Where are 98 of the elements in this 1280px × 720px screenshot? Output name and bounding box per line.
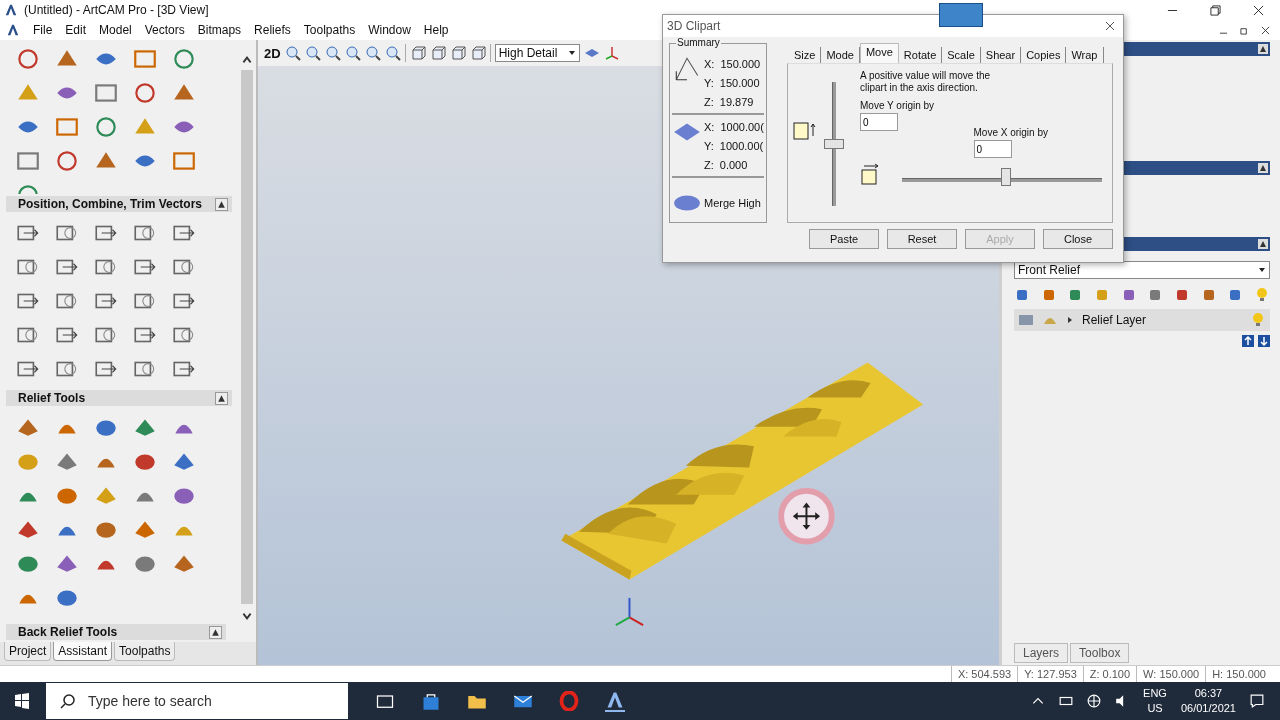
- region-label[interactable]: US: [1147, 701, 1163, 716]
- layer-thumbnail-icon: [1018, 312, 1034, 328]
- slider-thumb[interactable]: [824, 139, 844, 149]
- axis-label: Z:: [704, 95, 714, 108]
- axis-value: 150.000: [720, 57, 761, 70]
- menu-item[interactable]: Bitmaps: [197, 23, 242, 37]
- field-label: Move Y origin by: [860, 100, 936, 111]
- cursor-highlight: [778, 488, 835, 545]
- axis-value: 150.000: [719, 76, 760, 89]
- scrollbar-thumb[interactable]: [241, 70, 253, 604]
- light-bulb-icon[interactable]: [1250, 312, 1266, 328]
- taskbar-search-field[interactable]: Type here to search: [46, 683, 348, 719]
- restore-icon[interactable]: [1240, 25, 1249, 35]
- menu-item[interactable]: Help: [423, 23, 449, 37]
- view-tool-icon[interactable]: [344, 45, 361, 61]
- app-logo-icon: [4, 3, 18, 17]
- layer-row[interactable]: Relief Layer: [1014, 309, 1270, 331]
- menu-item[interactable]: Reliefs: [254, 23, 291, 37]
- drag-handle[interactable]: [939, 3, 983, 27]
- close-icon[interactable]: [1105, 21, 1115, 31]
- dialog-button[interactable]: Paste: [809, 229, 879, 249]
- section-header[interactable]: Position, Combine, Trim Vectors: [6, 196, 232, 212]
- expand-arrow-icon[interactable]: [1066, 316, 1074, 324]
- menu-item[interactable]: Vectors: [144, 23, 185, 37]
- collapse-icon[interactable]: [215, 391, 228, 405]
- menu-item[interactable]: Edit: [65, 23, 87, 37]
- collapse-icon[interactable]: [1258, 163, 1268, 173]
- axis-value: 1000.00(: [719, 139, 764, 152]
- layer-tool-icon[interactable]: [1014, 287, 1030, 303]
- menu-item[interactable]: File: [33, 23, 53, 37]
- merge-mode-label: Merge High: [704, 197, 761, 209]
- collapse-icon[interactable]: [209, 625, 222, 639]
- browser-icon[interactable]: [559, 691, 579, 711]
- restore-icon[interactable]: [1210, 4, 1221, 16]
- panel-tab[interactable]: Project: [4, 642, 52, 661]
- axis-value: 19.879: [719, 95, 754, 108]
- collapse-icon[interactable]: [215, 197, 228, 211]
- search-icon: [60, 693, 76, 709]
- view-tool-icon[interactable]: [364, 45, 381, 61]
- axis-label: Y:: [704, 139, 714, 152]
- section-header[interactable]: Relief Tools: [6, 390, 232, 406]
- detail-dropdown[interactable]: High Detail: [494, 44, 580, 62]
- hint-text: A positive value will move the clipart in the axis direction.: [860, 70, 992, 94]
- cube-view-icon[interactable]: [469, 45, 486, 61]
- axis-value: 1000.00(: [720, 120, 764, 133]
- move-cursor-icon: [792, 502, 821, 530]
- panel-tab[interactable]: Toolbox: [1070, 643, 1130, 663]
- 2d-view-button[interactable]: 2D: [264, 45, 281, 61]
- axes-icon[interactable]: [603, 45, 620, 61]
- axis-label: Z:: [704, 158, 714, 171]
- y-offset-field[interactable]: 0: [860, 113, 898, 131]
- x-offset-field[interactable]: 0: [973, 140, 1012, 158]
- panel-tab[interactable]: Toolpaths: [114, 642, 176, 661]
- dialog-title: 3D Clipart: [667, 19, 721, 33]
- move-down-icon[interactable]: [1258, 335, 1270, 347]
- network-icon[interactable]: [1059, 694, 1074, 708]
- view-tool-icon[interactable]: [384, 45, 401, 61]
- slider-thumb[interactable]: [1001, 168, 1012, 186]
- axis-label: Y:: [704, 76, 714, 89]
- close-icon[interactable]: [1253, 4, 1264, 16]
- panel-tab[interactable]: Layers: [1014, 643, 1069, 663]
- notification-icon[interactable]: [1250, 694, 1264, 708]
- collapse-icon[interactable]: [1258, 44, 1268, 54]
- layer-name: Relief Layer: [1082, 313, 1147, 327]
- menu-item[interactable]: Model: [99, 23, 132, 37]
- menu-item[interactable]: Toolpaths: [303, 23, 356, 37]
- cube-view-icon[interactable]: [409, 45, 426, 61]
- cube-view-icon[interactable]: [429, 45, 446, 61]
- dialog-tab[interactable]: Move: [859, 43, 899, 63]
- view-tool-icon[interactable]: [324, 45, 341, 61]
- dialog-button[interactable]: Reset: [887, 229, 957, 249]
- view-tool-icon[interactable]: [304, 45, 321, 61]
- clock-time[interactable]: 06:37: [1194, 686, 1223, 701]
- axis-gizmo-icon: [614, 596, 645, 627]
- axis-label: X:: [704, 120, 715, 133]
- windows-start-icon[interactable]: [14, 693, 30, 709]
- move-y-icon: [792, 120, 816, 142]
- section-header[interactable]: Back Relief Tools: [6, 624, 226, 640]
- relief-dropdown[interactable]: Front Relief: [1014, 261, 1270, 279]
- dialog-button[interactable]: Close: [1043, 229, 1113, 249]
- collapse-icon[interactable]: [1258, 239, 1268, 249]
- app-logo-icon[interactable]: [605, 690, 625, 712]
- language-label[interactable]: ENG: [1143, 686, 1167, 701]
- axis-value: 0.000: [719, 158, 748, 171]
- view-tool-icon[interactable]: [284, 45, 301, 61]
- menu-item[interactable]: Window: [368, 23, 411, 37]
- close-icon[interactable]: [1261, 25, 1270, 35]
- group-label: Summary: [676, 37, 721, 48]
- axis-label: X:: [704, 57, 715, 70]
- globe-icon[interactable]: [1087, 694, 1102, 708]
- panel-tab[interactable]: Assistant: [53, 642, 113, 661]
- cube-view-icon[interactable]: [449, 45, 466, 61]
- store-bag-icon[interactable]: [421, 691, 441, 711]
- field-label: Move X origin by: [973, 127, 1048, 138]
- window-title: (Untitled) - ArtCAM Pro - [3D View]: [24, 3, 209, 17]
- move-up-icon[interactable]: [1242, 335, 1254, 347]
- app-logo-icon: [6, 23, 20, 37]
- clock-date[interactable]: 06/01/2021: [1180, 701, 1236, 716]
